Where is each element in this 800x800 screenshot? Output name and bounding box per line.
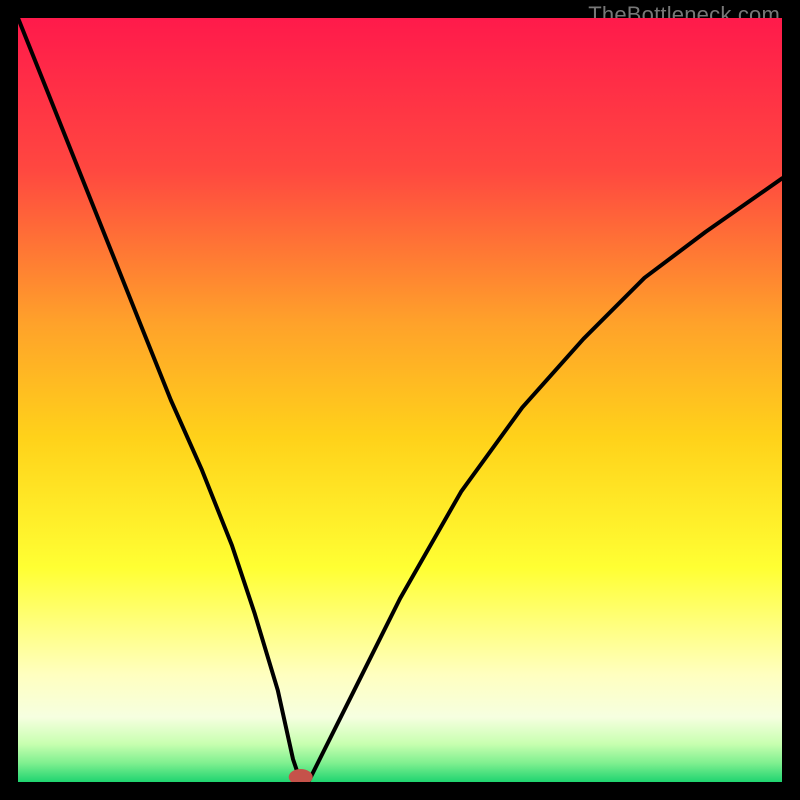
bottleneck-chart [18, 18, 782, 782]
chart-frame [18, 18, 782, 782]
chart-background [18, 18, 782, 782]
